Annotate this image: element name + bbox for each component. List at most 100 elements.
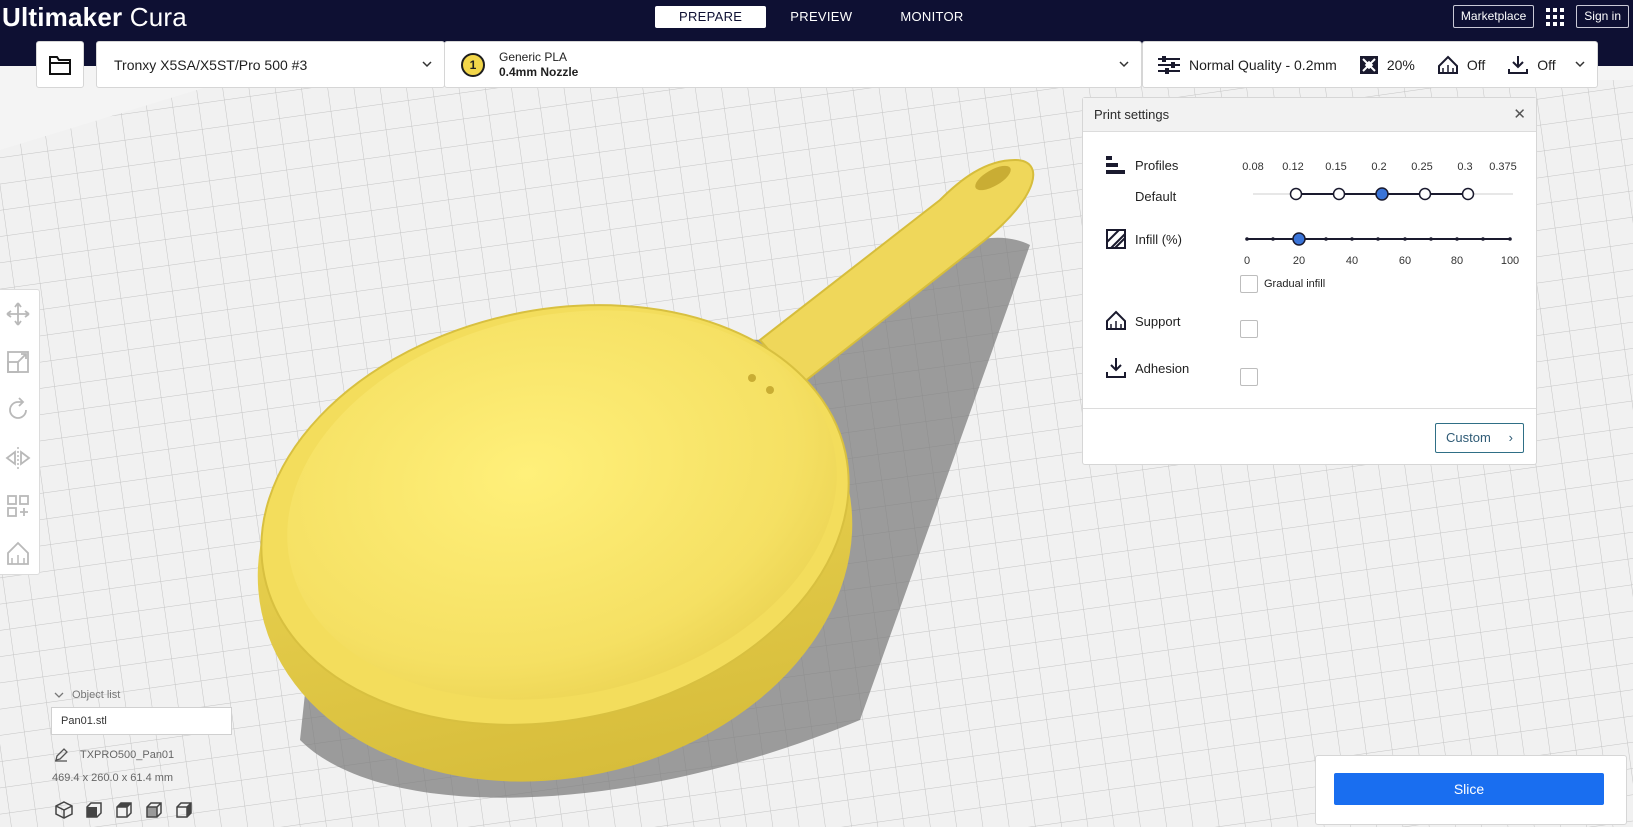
layer-height-tick: 0.12	[1282, 161, 1304, 173]
mirror-icon[interactable]	[4, 444, 32, 472]
tab-preview[interactable]: PREVIEW	[766, 6, 876, 28]
right-view-icon[interactable]	[174, 800, 194, 820]
object-dimensions: 469.4 x 260.0 x 61.4 mm	[52, 772, 174, 784]
adhesion-icon	[1508, 55, 1529, 74]
logo-product: Cura	[129, 2, 187, 32]
support-row: Support	[1105, 310, 1181, 332]
print-settings-selector[interactable]: Normal Quality - 0.2mm 20% Off Off	[1142, 41, 1598, 88]
support-icon	[1106, 310, 1126, 330]
object-list-toggle[interactable]: Object list	[54, 689, 120, 701]
infill-tick: 100	[1500, 255, 1520, 267]
panel-divider	[1083, 408, 1536, 409]
camera-view-buttons	[54, 800, 194, 820]
top-view-icon[interactable]	[114, 800, 134, 820]
infill-tick: 40	[1345, 255, 1359, 267]
printer-selector[interactable]: Tronxy X5SA/X5ST/Pro 500 #3	[96, 41, 445, 88]
custom-settings-button[interactable]: Custom ›	[1435, 423, 1524, 453]
infill-tick-labels: 0 20 40 60 80 100	[1083, 255, 1536, 269]
per-model-settings-icon[interactable]	[4, 492, 32, 520]
grid-icon[interactable]	[1546, 7, 1565, 26]
layer-height-labels: 0.08 0.12 0.15 0.2 0.25 0.3 0.375	[1083, 161, 1536, 175]
object-list-label: Object list	[72, 689, 121, 701]
close-icon[interactable]: ✕	[1513, 98, 1526, 132]
slider-stop[interactable]	[1461, 187, 1475, 201]
material-info: Generic PLA 0.4mm Nozzle	[499, 50, 578, 80]
adhesion-row: Adhesion	[1105, 357, 1189, 379]
slider-handle[interactable]	[1375, 187, 1389, 201]
infill-slider[interactable]	[1083, 229, 1538, 249]
adhesion-label: Adhesion	[1135, 360, 1190, 376]
quality-chip: Normal Quality - 0.2mm	[1157, 55, 1337, 75]
print-settings-panel: Print settings ✕ Profiles Default 0.08 0…	[1082, 97, 1537, 465]
infill-icon	[1359, 55, 1378, 74]
folder-icon	[49, 55, 71, 75]
adhesion-icon	[1106, 358, 1126, 378]
layer-height-slider[interactable]	[1083, 184, 1538, 204]
chevron-down-icon	[1119, 61, 1129, 68]
material-selector[interactable]: 1 Generic PLA 0.4mm Nozzle	[444, 41, 1142, 88]
app-logo: Ultimaker Cura	[2, 0, 187, 34]
scale-icon[interactable]	[4, 348, 32, 376]
3d-view-icon[interactable]	[54, 800, 74, 820]
support-checkbox[interactable]	[1240, 320, 1258, 338]
tab-monitor[interactable]: MONITOR	[876, 6, 987, 28]
infill-tick: 60	[1398, 255, 1412, 267]
material-name: Generic PLA	[499, 49, 568, 64]
stage-tabs: PREPARE PREVIEW MONITOR	[655, 6, 988, 28]
slider-stop[interactable]	[1332, 187, 1346, 201]
quality-label: Normal Quality - 0.2mm	[1189, 56, 1337, 73]
support-icon	[1437, 55, 1458, 74]
gradual-infill-label: Gradual infill	[1264, 278, 1326, 290]
infill-tick: 0	[1243, 255, 1251, 267]
tab-prepare[interactable]: PREPARE	[655, 6, 767, 28]
object-list-item[interactable]: Pan01.stl	[51, 707, 232, 735]
rotate-icon[interactable]	[4, 396, 32, 424]
support-value: Off	[1466, 56, 1486, 73]
adhesion-value: Off	[1537, 56, 1556, 73]
object-name: TXPRO500_Pan01	[80, 749, 175, 761]
adhesion-checkbox[interactable]	[1240, 368, 1258, 386]
marketplace-button[interactable]: Marketplace	[1452, 5, 1535, 28]
left-view-icon[interactable]	[144, 800, 164, 820]
layer-height-tick: 0.15	[1325, 161, 1347, 173]
nozzle-size: 0.4mm Nozzle	[499, 64, 579, 79]
custom-button-label: Custom	[1446, 430, 1491, 445]
infill-value: 20%	[1386, 56, 1415, 73]
front-view-icon[interactable]	[84, 800, 104, 820]
infill-chip: 20%	[1359, 55, 1415, 75]
support-chip: Off	[1437, 55, 1485, 75]
chevron-down-icon	[54, 692, 64, 698]
print-settings-title: Print settings	[1094, 107, 1170, 122]
infill-tick: 20	[1292, 255, 1306, 267]
left-toolbar	[0, 289, 40, 575]
slider-stop[interactable]	[1418, 187, 1432, 201]
support-label: Support	[1135, 313, 1181, 329]
layer-height-tick: 0.3	[1457, 161, 1473, 173]
printer-name: Tronxy X5SA/X5ST/Pro 500 #3	[114, 56, 308, 73]
gradual-infill-checkbox[interactable]	[1240, 275, 1258, 293]
chevron-down-icon	[1575, 61, 1585, 68]
logo-brand: Ultimaker	[2, 2, 123, 32]
sliders-icon	[1158, 55, 1180, 74]
print-settings-header: Print settings ✕	[1083, 98, 1536, 132]
infill-handle[interactable]	[1292, 232, 1306, 246]
chevron-down-icon	[422, 61, 432, 68]
chevron-right-icon: ›	[1508, 430, 1513, 445]
open-file-button[interactable]	[36, 41, 84, 88]
action-panel: Slice	[1315, 755, 1627, 825]
sign-in-button[interactable]: Sign in	[1576, 5, 1629, 28]
top-right-actions: Marketplace Sign in	[1452, 5, 1629, 28]
layer-height-tick: 0.375	[1489, 161, 1517, 173]
infill-tick: 80	[1450, 255, 1464, 267]
support-blocker-icon[interactable]	[4, 540, 32, 568]
move-icon[interactable]	[4, 300, 32, 328]
pencil-icon[interactable]	[54, 748, 68, 762]
extruder-badge: 1	[461, 52, 485, 77]
layer-height-tick: 0.08	[1242, 161, 1264, 173]
object-name-row: TXPRO500_Pan01	[54, 748, 174, 762]
slice-button[interactable]: Slice	[1334, 773, 1604, 805]
layer-height-tick: 0.25	[1411, 161, 1433, 173]
slider-stop[interactable]	[1289, 187, 1303, 201]
layer-height-tick: 0.2	[1371, 161, 1387, 173]
adhesion-chip: Off	[1507, 55, 1556, 75]
